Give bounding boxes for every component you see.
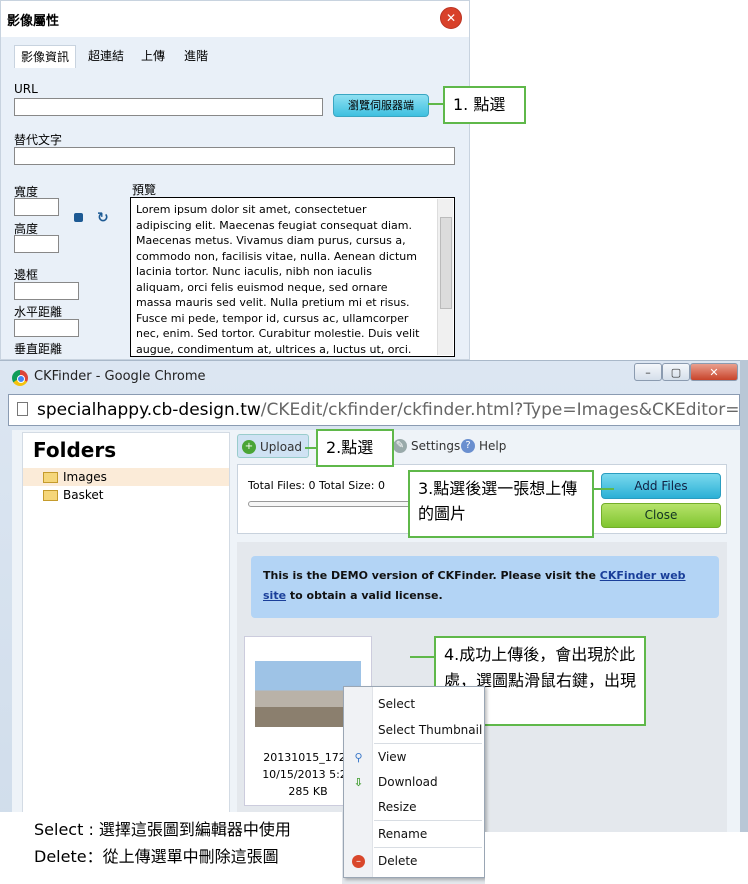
lock-ratio-icon[interactable]: [74, 213, 83, 222]
menu-item-rename[interactable]: Rename: [378, 827, 427, 841]
demo-text-end: to obtain a valid license.: [286, 589, 443, 602]
help-icon: ?: [461, 439, 475, 453]
url-input[interactable]: [14, 98, 323, 116]
width-input[interactable]: [14, 198, 59, 216]
address-bar[interactable]: specialhappy.cb-design.tw/CKEdit/ckfinde…: [8, 394, 748, 426]
menu-item-select-thumbnail[interactable]: Select Thumbnail: [378, 723, 482, 737]
caption-select: Select : 選擇這張圖到編輯器中使用: [34, 820, 291, 839]
browse-server-button[interactable]: 瀏覽伺服器端: [333, 94, 429, 117]
hspace-input[interactable]: [14, 319, 79, 337]
callout-3: 3.點選後選一張想上傳的圖片: [408, 470, 594, 538]
page-icon: [17, 402, 28, 416]
window-close-button[interactable]: ✕: [690, 363, 738, 381]
close-button[interactable]: Close: [601, 503, 721, 528]
callout-3-line: [594, 488, 614, 490]
settings-button[interactable]: ✎ Settings: [389, 434, 466, 458]
tab-upload[interactable]: 上傳: [135, 45, 171, 67]
maximize-button[interactable]: ▢: [662, 363, 690, 381]
callout-2: 2.點選: [316, 429, 394, 467]
add-files-button[interactable]: Add Files: [601, 473, 721, 499]
menu-item-select[interactable]: Select: [378, 697, 415, 711]
dialog-titlebar: 影像屬性: [1, 1, 469, 37]
preview-scrollbar[interactable]: [437, 199, 453, 355]
caption-delete: Delete：從上傳選單中刪除這張圖: [34, 847, 279, 866]
help-label: Help: [479, 439, 507, 453]
folder-label: Images: [63, 470, 107, 484]
menu-separator: [374, 820, 482, 821]
scrollbar-thumb[interactable]: [440, 217, 452, 309]
preview-box: Lorem ipsum dolor sit amet, consectetuer…: [130, 197, 455, 357]
folder-images[interactable]: Images: [23, 468, 229, 486]
folder-icon: [43, 490, 58, 501]
upload-icon: +: [242, 440, 256, 454]
menu-separator: [374, 743, 482, 744]
download-arrow-icon: ⇩: [353, 776, 364, 789]
tab-link[interactable]: 超連結: [82, 45, 130, 67]
demo-notice: This is the DEMO version of CKFinder. Pl…: [251, 556, 719, 618]
ckfinder-toolbar: + Upload ✎ Settings ? Help: [237, 432, 727, 460]
preview-label: 預覽: [132, 183, 157, 197]
menu-item-view[interactable]: View: [378, 750, 406, 764]
vspace-label: 垂直距離: [14, 342, 63, 356]
wrench-icon: ✎: [393, 439, 407, 453]
border-input[interactable]: [14, 282, 79, 300]
caption-background-right: [485, 832, 748, 884]
folders-title: Folders: [33, 438, 117, 462]
folder-icon: [43, 472, 58, 483]
help-button[interactable]: ? Help: [457, 434, 512, 458]
window-title: CKFinder - Google Chrome: [34, 369, 206, 384]
border-label: 邊框: [14, 268, 39, 282]
dialog-close-icon[interactable]: ✕: [440, 7, 462, 29]
context-menu: Select Select Thumbnail ⚲ View ⇩ Downloa…: [343, 686, 485, 878]
upload-button[interactable]: + Upload: [237, 434, 310, 458]
magnifier-icon: ⚲: [354, 751, 363, 764]
reset-size-icon[interactable]: ↻: [97, 210, 109, 226]
image-properties-dialog: 影像屬性 ✕ 影像資訊 超連結 上傳 進階 URL 瀏覽伺服器端 替代文字 寬度…: [0, 0, 470, 360]
hspace-label: 水平距離: [14, 305, 63, 319]
callout-1: 1. 點選: [443, 86, 526, 124]
folder-label: Basket: [63, 488, 104, 502]
alt-text-input[interactable]: [14, 147, 455, 165]
url-label: URL: [14, 82, 38, 96]
address-text[interactable]: specialhappy.cb-design.tw/CKEdit/ckfinde…: [37, 400, 748, 420]
upload-status: Total Files: 0 Total Size: 0: [248, 479, 385, 492]
chrome-logo-icon: [12, 370, 28, 386]
menu-item-download[interactable]: Download: [378, 775, 438, 789]
demo-text: This is the DEMO version of CKFinder. Pl…: [263, 569, 600, 582]
callout-1-line: [428, 103, 444, 105]
dialog-title: 影像屬性: [7, 14, 60, 29]
delete-icon: –: [352, 855, 365, 868]
window-edge: [740, 360, 748, 884]
url-host: specialhappy.cb-design.tw: [37, 400, 261, 420]
callout-4-line: [410, 656, 434, 658]
tab-advanced[interactable]: 進階: [178, 45, 214, 67]
tab-image-info[interactable]: 影像資訊: [14, 45, 77, 68]
height-input[interactable]: [14, 235, 59, 253]
preview-text: Lorem ipsum dolor sit amet, consectetuer…: [136, 203, 420, 356]
menu-separator: [374, 847, 482, 848]
menu-item-delete[interactable]: Delete: [378, 854, 417, 868]
settings-label: Settings: [411, 439, 461, 453]
alt-text-label: 替代文字: [14, 133, 63, 147]
menu-item-resize[interactable]: Resize: [378, 800, 416, 814]
minimize-button[interactable]: –: [634, 363, 662, 381]
url-path: /CKEdit/ckfinder/ckfinder.html?Type=Imag…: [260, 400, 748, 420]
folder-basket[interactable]: Basket: [23, 486, 229, 504]
upload-label: Upload: [260, 440, 303, 454]
